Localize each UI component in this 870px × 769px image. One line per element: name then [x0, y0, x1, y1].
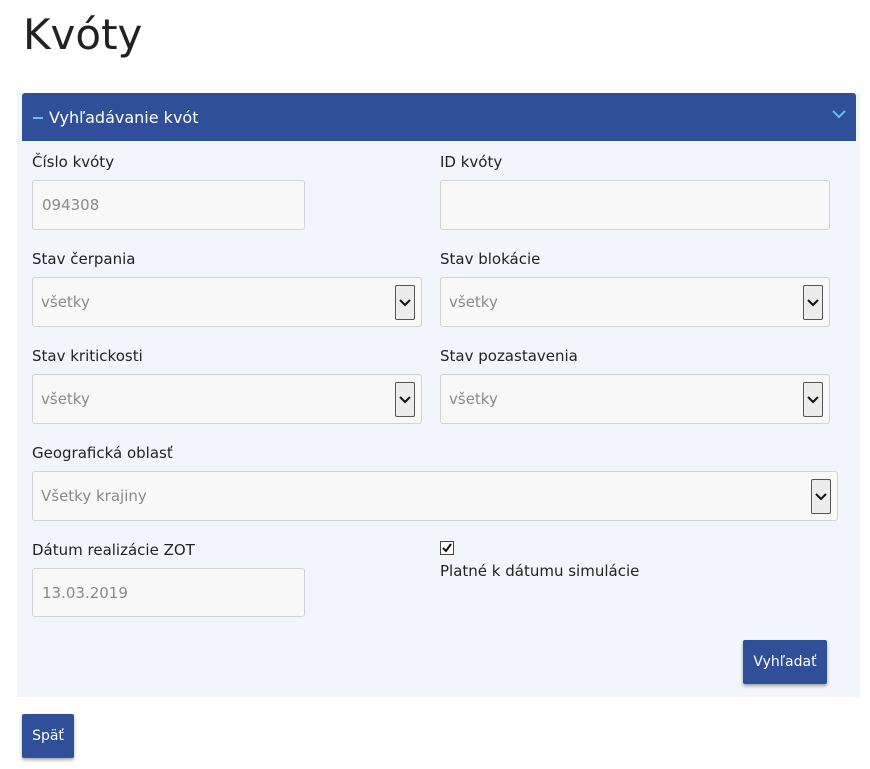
- stav-kritickosti-value: všetky: [41, 390, 90, 408]
- search-button[interactable]: Vyhľadať: [743, 640, 827, 684]
- stav-cerpania-value: všetky: [41, 293, 90, 311]
- id-kvoty-input[interactable]: [440, 180, 830, 230]
- stav-blokacie-label: Stav blokácie: [440, 250, 541, 268]
- datum-realizacie-label: Dátum realizácie ZOT: [32, 541, 195, 559]
- geograficka-oblast-label: Geografická oblasť: [32, 444, 173, 462]
- datum-realizacie-input[interactable]: [32, 568, 305, 617]
- chevron-down-icon[interactable]: [803, 285, 823, 320]
- stav-pozastavenia-select[interactable]: všetky: [440, 374, 830, 424]
- stav-cerpania-label: Stav čerpania: [32, 250, 136, 268]
- chevron-down-icon[interactable]: [395, 285, 415, 320]
- geograficka-oblast-value: Všetky krajiny: [41, 487, 147, 505]
- stav-pozastavenia-value: všetky: [449, 390, 498, 408]
- stav-blokacie-select[interactable]: všetky: [440, 277, 830, 327]
- collapse-minus-icon: [33, 117, 43, 119]
- chevron-down-icon[interactable]: [803, 382, 823, 417]
- page-title: Kvóty: [23, 10, 143, 59]
- geograficka-oblast-select[interactable]: Všetky krajiny: [32, 471, 838, 521]
- stav-cerpania-select[interactable]: všetky: [32, 277, 422, 327]
- search-panel-header[interactable]: Vyhľadávanie kvót: [22, 93, 856, 141]
- platne-k-datumu-label: Platné k dátumu simulácie: [440, 562, 640, 580]
- stav-pozastavenia-label: Stav pozastavenia: [440, 347, 578, 365]
- cislo-kvoty-input[interactable]: [32, 180, 305, 230]
- chevron-down-icon[interactable]: [832, 109, 846, 119]
- search-panel-title: Vyhľadávanie kvót: [49, 107, 199, 127]
- platne-k-datumu-checkbox[interactable]: [440, 541, 454, 555]
- stav-kritickosti-label: Stav kritickosti: [32, 347, 143, 365]
- stav-blokacie-value: všetky: [449, 293, 498, 311]
- chevron-down-icon[interactable]: [811, 479, 831, 514]
- chevron-down-icon[interactable]: [395, 382, 415, 417]
- checkmark-icon: [442, 543, 452, 553]
- id-kvoty-label: ID kvóty: [440, 153, 503, 171]
- back-button[interactable]: Späť: [22, 714, 74, 758]
- stav-kritickosti-select[interactable]: všetky: [32, 374, 422, 424]
- cislo-kvoty-label: Číslo kvóty: [32, 153, 115, 171]
